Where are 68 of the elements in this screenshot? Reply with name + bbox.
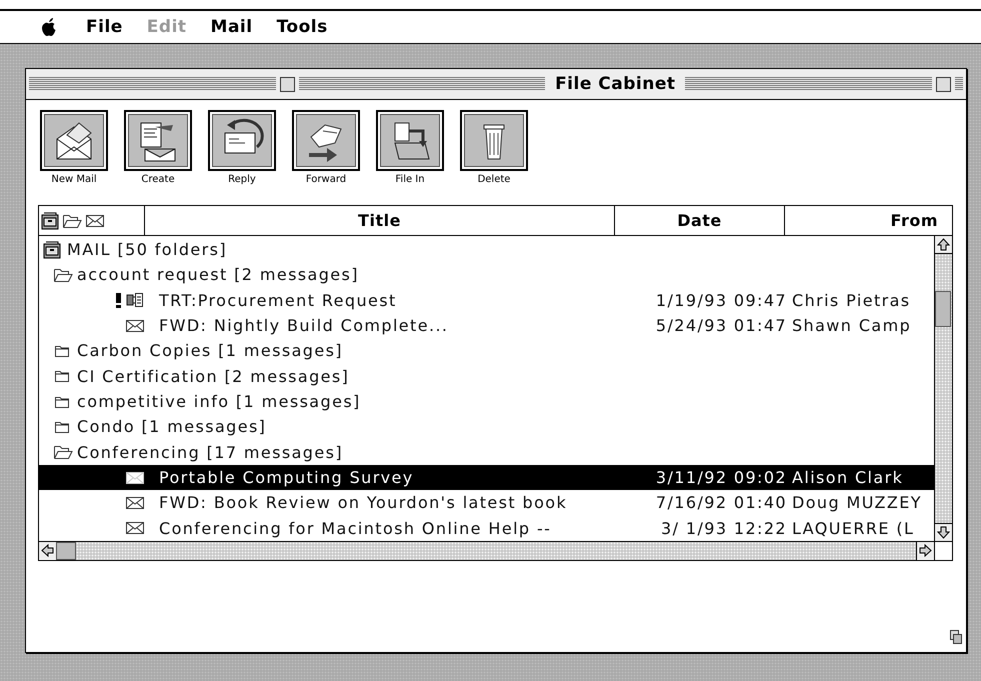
- scroll-left-icon[interactable]: [39, 542, 56, 559]
- scroll-right-icon[interactable]: [917, 542, 934, 559]
- window-title: File Cabinet: [554, 74, 676, 94]
- envelope-icon: [125, 494, 145, 511]
- button-label: Delete: [478, 174, 510, 185]
- sender-text: LAQUERRE (L: [792, 518, 916, 538]
- zoom-box[interactable]: [936, 76, 952, 92]
- button-label: File In: [395, 174, 425, 185]
- title-bar-stripes: [955, 77, 964, 91]
- sender-text: Chris Pietras: [792, 290, 912, 310]
- title-text: Portable Computing Survey: [159, 468, 414, 488]
- sender-text: Shawn Camp: [792, 316, 912, 336]
- button-label: Reply: [228, 174, 256, 185]
- title-text: Conferencing for Macintosh Online Help --: [159, 518, 552, 538]
- button-label: New Mail: [51, 174, 97, 185]
- date-text: 1/19/93 09:47: [654, 290, 788, 310]
- date-text: 5/24/93 01:47: [654, 316, 788, 336]
- column-header[interactable]: Date: [615, 206, 785, 235]
- date-text: 7/16/92 01:40: [654, 493, 788, 512]
- toolbar-button[interactable]: [208, 110, 276, 171]
- sender-text: Alison Clark: [792, 468, 904, 488]
- menu-item[interactable]: File: [86, 17, 123, 37]
- title-text: FWD: Nightly Build Complete...: [159, 316, 448, 336]
- open-folder-icon[interactable]: [53, 266, 73, 283]
- title-text: CI Certification [2 messages]: [77, 366, 350, 386]
- open-folder-icon[interactable]: [53, 444, 73, 460]
- scroll-thumb[interactable]: [935, 291, 951, 327]
- button-label: Forward: [306, 174, 346, 185]
- toolbar-button[interactable]: [292, 110, 360, 171]
- open-folder-icon[interactable]: [62, 212, 82, 228]
- toolbar-button[interactable]: [460, 110, 528, 171]
- vertical-scrollbar[interactable]: [934, 236, 952, 541]
- title-text: account request [2 messages]: [77, 265, 359, 284]
- title-text: FWD: Book Review on Yourdon's latest book: [159, 493, 568, 512]
- toolbar-button[interactable]: [124, 110, 192, 171]
- folder-icon[interactable]: [53, 368, 71, 384]
- title-text: Carbon Copies [1 messages]: [77, 341, 343, 360]
- toolbar-button[interactable]: [40, 110, 108, 171]
- close-box[interactable]: [280, 76, 295, 92]
- envelope-icon: [125, 318, 145, 334]
- title-text: competitive info [1 messages]: [77, 392, 361, 412]
- horizontal-scrollbar[interactable]: [39, 542, 934, 560]
- selected-row[interactable]: Portable Computing Survey 3/11/92 09:02 Alison Clark: [39, 464, 934, 490]
- date-text: 3/11/92 09:02: [654, 468, 788, 488]
- toolbar-button[interactable]: [376, 110, 444, 171]
- apple-menu-icon[interactable]: [40, 17, 58, 37]
- envelope-icon: [125, 470, 145, 486]
- button-label: Create: [141, 174, 175, 185]
- cabinet-icon: [43, 240, 61, 259]
- column-header[interactable]: From: [785, 206, 952, 235]
- scroll-down-icon[interactable]: [935, 524, 952, 541]
- date-text: 3/ 1/93 12:22: [660, 518, 788, 538]
- title-text: TRT:Procurement Request: [159, 290, 397, 310]
- priority-icon: [116, 292, 120, 308]
- title-text: MAIL [50 folders]: [67, 240, 227, 260]
- sender-text: Doug MUZZEY: [792, 493, 923, 512]
- menu-item[interactable]: Mail: [210, 17, 253, 37]
- resize-icon[interactable]: [950, 630, 962, 644]
- form-icon: [125, 291, 145, 310]
- scroll-up-icon[interactable]: [935, 236, 952, 253]
- scroll-thumb[interactable]: [56, 542, 76, 560]
- column-header[interactable]: Title: [145, 206, 615, 235]
- envelope-icon: [125, 520, 145, 536]
- title-text: Conferencing [17 messages]: [77, 442, 343, 462]
- title-text: Condo [1 messages]: [77, 417, 266, 436]
- cabinet-icon[interactable]: [41, 212, 59, 230]
- menu-item[interactable]: Tools: [276, 17, 328, 37]
- envelope-icon[interactable]: [85, 212, 105, 228]
